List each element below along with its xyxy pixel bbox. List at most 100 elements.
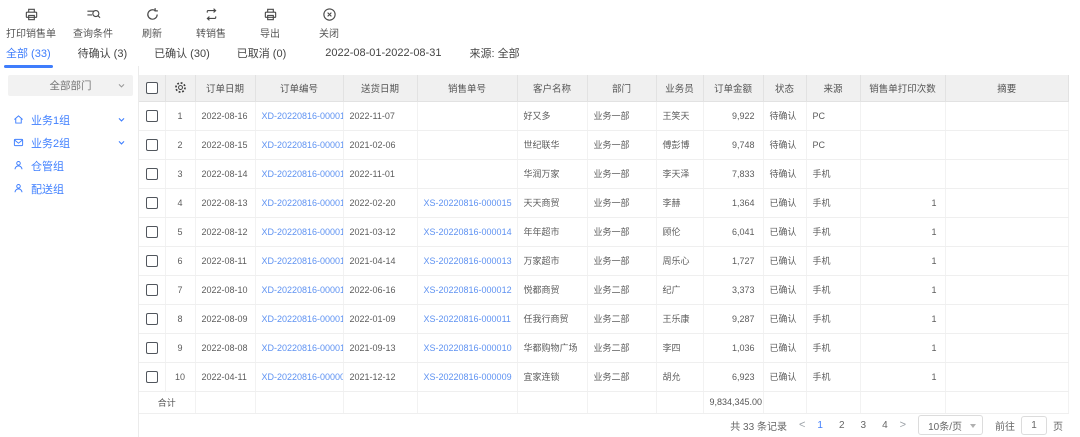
settings-gear-icon[interactable] bbox=[174, 81, 187, 94]
close-button[interactable]: 关闭 bbox=[307, 7, 351, 40]
row-checkbox[interactable] bbox=[146, 168, 158, 180]
transfer-to-sales-button[interactable]: 转销售 bbox=[189, 7, 233, 40]
order-no-link[interactable]: XD-20220816-000010 bbox=[262, 343, 344, 353]
order-no-link[interactable]: XD-20220816-000012 bbox=[262, 285, 344, 295]
tab-all[interactable]: 全部 (33) bbox=[6, 45, 51, 61]
sidebar-item-warehouse-group[interactable]: 仓管组 bbox=[0, 154, 138, 177]
sales-no-cell: XS-20220816-000012 bbox=[417, 275, 517, 304]
sales-no-link[interactable]: XS-20220816-000014 bbox=[424, 227, 512, 237]
row-index: 3 bbox=[165, 159, 195, 188]
sales-no-link[interactable]: XS-20220816-000010 bbox=[424, 343, 512, 353]
header-salesperson: 业务员 bbox=[656, 75, 703, 101]
row-checkbox[interactable] bbox=[146, 139, 158, 151]
sales-no-link[interactable]: XS-20220816-000009 bbox=[424, 372, 512, 382]
order-no-link[interactable]: XD-20220816-000017 bbox=[262, 140, 344, 150]
prev-page-button[interactable]: < bbox=[799, 419, 805, 431]
order-no-cell: XD-20220816-000016 bbox=[255, 159, 343, 188]
order-no-link[interactable]: XD-20220816-000018 bbox=[262, 111, 344, 121]
status-cell: 待确认 bbox=[763, 130, 806, 159]
page-number-button[interactable]: 1 bbox=[817, 420, 823, 431]
printer-icon bbox=[24, 7, 39, 22]
order-date-cell: 2022-08-10 bbox=[195, 275, 255, 304]
page-size-select[interactable]: 10条/页 bbox=[918, 415, 983, 435]
sales-order-print-window: 打印销售单 查询条件 刷新 转销售 导出 bbox=[0, 0, 1080, 437]
user-icon bbox=[13, 183, 24, 194]
department-select[interactable]: 全部部门 bbox=[8, 75, 133, 96]
sidebar-item-delivery-group[interactable]: 配送组 bbox=[0, 177, 138, 200]
order-no-link[interactable]: XD-20220816-000011 bbox=[262, 314, 344, 324]
page-number-button[interactable]: 2 bbox=[839, 420, 845, 431]
customer-cell: 天天商贸 bbox=[517, 188, 587, 217]
row-checkbox[interactable] bbox=[146, 226, 158, 238]
sales-no-link[interactable]: XS-20220816-000012 bbox=[424, 285, 512, 295]
chevron-down-icon bbox=[117, 81, 126, 90]
row-checkbox[interactable] bbox=[146, 284, 158, 296]
sales-no-link[interactable]: XS-20220816-000013 bbox=[424, 256, 512, 266]
order-no-link[interactable]: XD-20220816-000013 bbox=[262, 256, 344, 266]
page-size-value: 10条/页 bbox=[928, 418, 962, 433]
sidebar-item-business-group-2[interactable]: 业务2组 bbox=[0, 131, 138, 154]
export-button[interactable]: 导出 bbox=[248, 7, 292, 40]
amount-cell: 3,373 bbox=[703, 275, 763, 304]
query-conditions-button[interactable]: 查询条件 bbox=[71, 7, 115, 40]
tool-label: 转销售 bbox=[196, 25, 226, 40]
row-checkbox[interactable] bbox=[146, 110, 158, 122]
dept-cell: 业务二部 bbox=[587, 304, 656, 333]
row-index: 8 bbox=[165, 304, 195, 333]
status-cell: 已确认 bbox=[763, 333, 806, 362]
goto-page-input[interactable] bbox=[1021, 416, 1047, 435]
summary-cell bbox=[945, 246, 1069, 275]
sales-no-link[interactable]: XS-20220816-000011 bbox=[424, 314, 511, 324]
salesperson-cell: 王乐康 bbox=[656, 304, 703, 333]
sales-no-cell: XS-20220816-000011 bbox=[417, 304, 517, 333]
order-date-cell: 2022-08-11 bbox=[195, 246, 255, 275]
salesperson-cell: 顾伦 bbox=[656, 217, 703, 246]
sidebar-item-business-group-1[interactable]: 业务1组 bbox=[0, 108, 138, 131]
row-select-cell bbox=[139, 130, 165, 159]
source-cell: 手机 bbox=[806, 217, 860, 246]
tab-confirmed[interactable]: 已确认 (30) bbox=[154, 45, 210, 61]
row-checkbox[interactable] bbox=[146, 342, 158, 354]
tab-cancelled[interactable]: 已取消 (0) bbox=[237, 45, 287, 61]
row-checkbox[interactable] bbox=[146, 313, 158, 325]
order-no-link[interactable]: XD-20220816-000015 bbox=[262, 198, 344, 208]
source-filter: 来源: 全部 bbox=[469, 45, 519, 61]
dept-cell: 业务二部 bbox=[587, 275, 656, 304]
dept-cell: 业务一部 bbox=[587, 246, 656, 275]
row-checkbox[interactable] bbox=[146, 197, 158, 209]
sales-no-cell: XS-20220816-000009 bbox=[417, 362, 517, 391]
summary-cell bbox=[945, 101, 1069, 130]
sales-no-cell: XS-20220816-000010 bbox=[417, 333, 517, 362]
order-date-cell: 2022-08-09 bbox=[195, 304, 255, 333]
row-index: 1 bbox=[165, 101, 195, 130]
sales-no-link[interactable]: XS-20220816-000015 bbox=[424, 198, 512, 208]
order-date-cell: 2022-04-11 bbox=[195, 362, 255, 391]
next-page-button[interactable]: > bbox=[900, 419, 906, 431]
print-count-cell bbox=[860, 159, 945, 188]
total-label: 合计 bbox=[139, 391, 195, 413]
row-checkbox[interactable] bbox=[146, 255, 158, 267]
row-index: 9 bbox=[165, 333, 195, 362]
delivery-date-cell: 2022-11-07 bbox=[343, 101, 417, 130]
order-no-link[interactable]: XD-20220816-000009 bbox=[262, 372, 344, 382]
salesperson-cell: 王笑天 bbox=[656, 101, 703, 130]
salesperson-cell: 胡允 bbox=[656, 362, 703, 391]
row-select-cell bbox=[139, 159, 165, 188]
amount-cell: 9,922 bbox=[703, 101, 763, 130]
header-summary: 摘要 bbox=[945, 75, 1069, 101]
header-amount: 订单金额 bbox=[703, 75, 763, 101]
dept-cell: 业务二部 bbox=[587, 333, 656, 362]
refresh-button[interactable]: 刷新 bbox=[130, 7, 174, 40]
order-no-link[interactable]: XD-20220816-000014 bbox=[262, 227, 344, 237]
table-row: 52022-08-12XD-20220816-0000142021-03-12X… bbox=[139, 217, 1069, 246]
sales-no-cell bbox=[417, 130, 517, 159]
page-number-button[interactable]: 3 bbox=[861, 420, 867, 431]
table-row: 102022-04-11XD-20220816-0000092021-12-12… bbox=[139, 362, 1069, 391]
order-no-link[interactable]: XD-20220816-000016 bbox=[262, 169, 344, 179]
select-all-checkbox[interactable] bbox=[146, 82, 158, 94]
amount-cell: 6,041 bbox=[703, 217, 763, 246]
row-checkbox[interactable] bbox=[146, 371, 158, 383]
tab-pending[interactable]: 待确认 (3) bbox=[78, 45, 128, 61]
page-number-button[interactable]: 4 bbox=[882, 420, 888, 431]
print-sales-order-button[interactable]: 打印销售单 bbox=[6, 7, 56, 40]
